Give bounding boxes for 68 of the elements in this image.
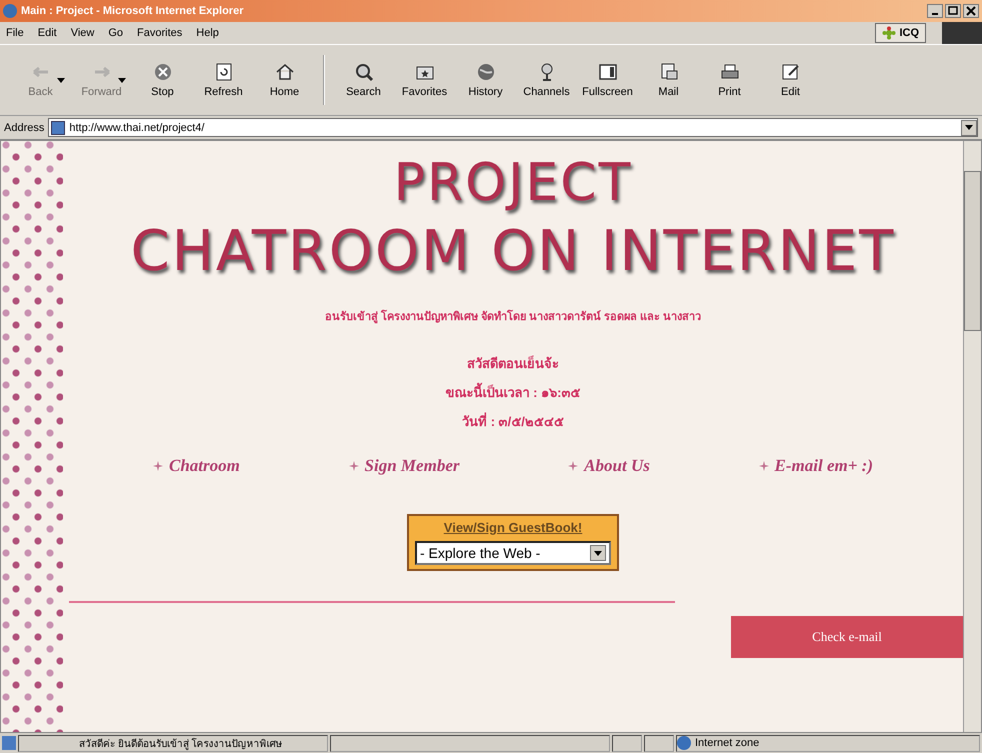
mail-button[interactable]: Mail [638, 50, 699, 110]
status-text: สวัสดีค่ะ ยินดีต้อนรับเข้าสู่ โครงงานปัญหาพิเศษ [18, 734, 328, 752]
menu-item[interactable]: View [70, 27, 94, 39]
menu-item[interactable]: Go [108, 27, 124, 39]
channels-button[interactable]: Channels [516, 50, 577, 110]
stop-button[interactable]: Stop [132, 50, 193, 110]
page-icon [51, 120, 66, 134]
nav-link[interactable]: E-mail em+ :) [774, 456, 873, 476]
house-icon [274, 62, 294, 82]
history-button[interactable]: History [455, 50, 516, 110]
menu-item[interactable]: Favorites [137, 27, 182, 39]
page-title: PROJECT [394, 152, 632, 215]
status-pane [612, 734, 642, 752]
nav-link[interactable]: About Us [584, 456, 650, 476]
triangle-down-icon [965, 125, 973, 130]
explore-dropdown[interactable]: - Explore the Web - [415, 541, 611, 565]
mail-icon [658, 62, 678, 82]
maximize-icon [948, 6, 958, 16]
sparkle-icon [568, 461, 578, 471]
edit-icon [780, 62, 800, 82]
status-pane [644, 734, 674, 752]
favorites-button[interactable]: Favorites [394, 50, 455, 110]
search-icon [354, 62, 374, 82]
edit-button[interactable]: Edit [760, 50, 821, 110]
menu-item[interactable]: Edit [38, 27, 57, 39]
window-icon [598, 62, 618, 82]
sparkle-icon [153, 461, 163, 471]
maximize-button[interactable] [945, 4, 961, 18]
address-label: Address [4, 122, 44, 134]
sparkle-icon [348, 461, 359, 471]
menu-item[interactable]: Help [196, 27, 219, 39]
close-button[interactable] [963, 4, 979, 18]
refresh-icon [214, 62, 234, 82]
check-email-button[interactable]: Check e-mail [731, 616, 963, 658]
globe-icon [476, 62, 496, 82]
icq-button[interactable]: ICQ [875, 23, 926, 43]
dropdown-arrow-button[interactable] [590, 545, 606, 561]
greeting-text: สวัสดีตอนเย็นจ้ะ [467, 354, 559, 373]
vertical-scrollbar[interactable] [963, 141, 981, 732]
guestbook-link[interactable]: View/Sign GuestBook! [444, 520, 582, 535]
date-text: วันที่ : ๓/๕/๒๕๔๕ [462, 412, 564, 431]
print-button[interactable]: Print [699, 50, 760, 110]
caret-icon[interactable] [118, 78, 126, 82]
minimize-icon [932, 13, 938, 15]
menu-item[interactable]: File [6, 27, 24, 39]
flower-icon [882, 26, 896, 40]
minimize-button[interactable] [927, 4, 943, 18]
security-zone: Internet zone [676, 734, 980, 752]
sparkle-icon [758, 461, 769, 471]
home-button[interactable]: Home [254, 50, 315, 110]
globe-icon [677, 736, 691, 750]
welcome-text: อนรับเข้าสู่ โครงงานปัญหาพิเศษ จัดทำโดย นางสาวดารัตน์ รอดผล และ นางสาว [324, 308, 702, 325]
triangle-down-icon [594, 550, 602, 556]
dropdown-arrow-button[interactable] [961, 120, 977, 136]
nav-link[interactable]: Chatroom [169, 456, 240, 476]
fullscreen-button[interactable]: Fullscreen [577, 50, 638, 110]
page-status-icon [2, 736, 16, 750]
stop-icon [152, 62, 172, 82]
close-icon [966, 6, 976, 16]
address-field[interactable]: http://www.thai.net/project4/ [48, 118, 978, 137]
browser-icon [3, 4, 17, 18]
search-button[interactable]: Search [333, 50, 394, 110]
refresh-button[interactable]: Refresh [193, 50, 254, 110]
caret-icon[interactable] [57, 78, 65, 82]
page-title: CHATROOM ON INTERNET [130, 218, 896, 286]
time-text: ขณะนี้เป็นเวลา : ๑๖:๓๕ [446, 382, 580, 403]
nav-link[interactable]: Sign Member [364, 456, 460, 476]
window-title: Main : Project - Microsoft Internet Explorer [21, 5, 244, 17]
